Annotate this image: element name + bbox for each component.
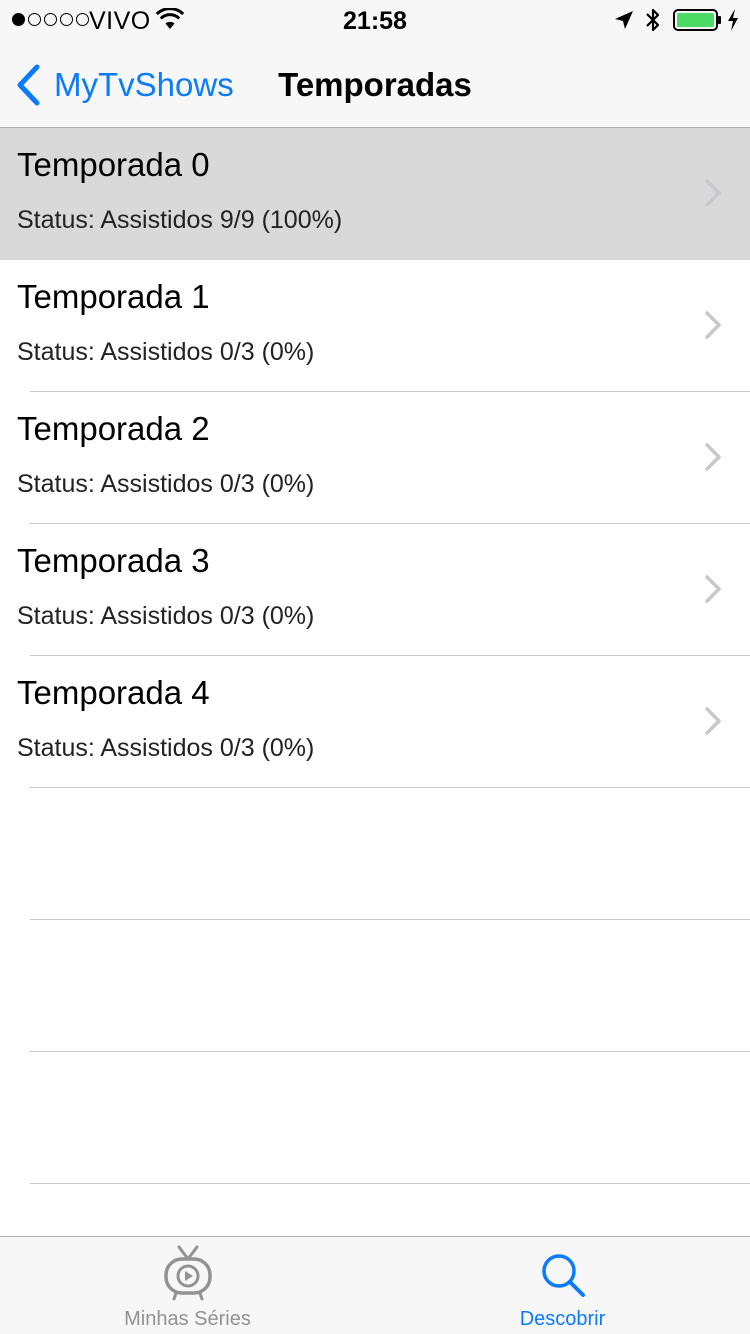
battery-icon <box>673 9 721 31</box>
season-row[interactable]: Temporada 0 Status: Assistidos 9/9 (100%… <box>0 128 750 260</box>
navigation-bar: MyTvShows Temporadas <box>0 40 750 128</box>
season-row[interactable]: Temporada 2 Status: Assistidos 0/3 (0%) <box>0 392 750 524</box>
tab-descobrir[interactable]: Descobrir <box>375 1237 750 1334</box>
page-title: Temporadas <box>278 66 472 103</box>
search-icon <box>541 1254 585 1297</box>
chevron-right-icon <box>705 443 721 471</box>
chevron-right-icon <box>705 179 721 207</box>
chevron-right-icon <box>705 311 721 339</box>
tab-minhas-series[interactable]: Minhas Séries <box>0 1237 375 1334</box>
season-title: Temporada 1 <box>17 278 210 315</box>
season-row[interactable]: Temporada 1 Status: Assistidos 0/3 (0%) <box>0 260 750 392</box>
location-arrow-icon <box>615 11 633 29</box>
charging-bolt-icon <box>728 9 738 31</box>
tab-label: Minhas Séries <box>124 1308 251 1330</box>
empty-row <box>0 1052 750 1184</box>
empty-row <box>0 788 750 920</box>
season-status: Status: Assistidos 0/3 (0%) <box>17 734 315 762</box>
season-title: Temporada 2 <box>17 410 210 447</box>
row-separator <box>30 1183 750 1184</box>
tab-label: Descobrir <box>519 1308 606 1330</box>
chevron-right-icon <box>705 575 721 603</box>
status-bar: VIVO 21:58 <box>0 0 750 40</box>
season-title: Temporada 3 <box>17 542 210 579</box>
season-status: Status: Assistidos 0/3 (0%) <box>17 338 315 366</box>
tab-bar: Minhas Séries Descobrir <box>0 1236 750 1334</box>
empty-row <box>0 920 750 1052</box>
season-row[interactable]: Temporada 3 Status: Assistidos 0/3 (0%) <box>0 524 750 656</box>
season-title: Temporada 0 <box>17 146 210 183</box>
season-title: Temporada 4 <box>17 674 210 711</box>
bluetooth-icon <box>646 8 660 32</box>
season-status: Status: Assistidos 9/9 (100%) <box>17 206 343 234</box>
clock: 21:58 <box>343 7 407 35</box>
season-status: Status: Assistidos 0/3 (0%) <box>17 602 315 630</box>
chevron-right-icon <box>705 707 721 735</box>
season-list: Temporada 0 Status: Assistidos 9/9 (100%… <box>0 128 750 1184</box>
tv-icon <box>163 1245 212 1301</box>
season-status: Status: Assistidos 0/3 (0%) <box>17 470 315 498</box>
season-row[interactable]: Temporada 4 Status: Assistidos 0/3 (0%) <box>0 656 750 788</box>
